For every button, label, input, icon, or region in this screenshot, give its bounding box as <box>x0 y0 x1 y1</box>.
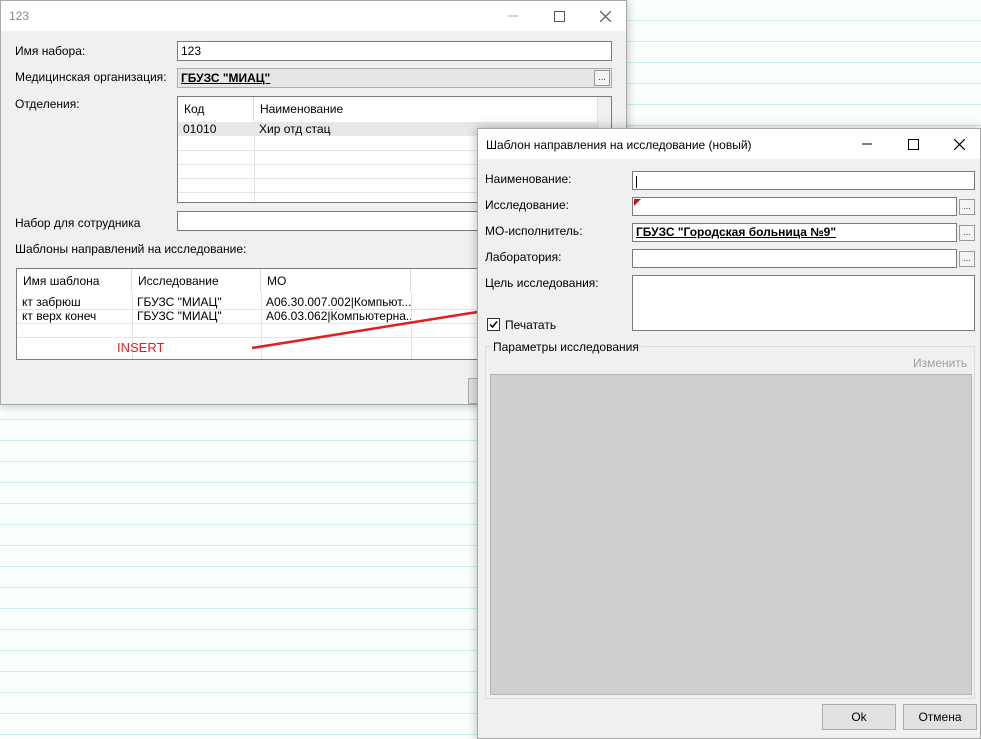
cancel-button[interactable]: Отмена <box>903 704 977 730</box>
close-icon <box>953 138 965 150</box>
main-window-titlebar[interactable]: 123 <box>1 1 626 31</box>
tpl-research-cell: ГБУЗС "МИАЦ" <box>137 309 222 323</box>
dialog-title: Шаблон направления на исследование (новы… <box>486 138 752 152</box>
checkmark-icon <box>489 321 498 329</box>
minimize-icon <box>862 143 872 145</box>
tpl-mo-cell: A06.03.062|Компьютерна... <box>266 309 411 323</box>
research-label: Исследование: <box>485 198 569 212</box>
templates-label: Шаблоны направлений на исследование: <box>15 242 247 256</box>
params-group-label: Параметры исследования <box>491 340 641 354</box>
maximize-button[interactable] <box>536 1 582 31</box>
mo-executor-label: МО-исполнитель: <box>485 224 583 238</box>
minimize-button[interactable] <box>490 1 536 31</box>
template-name-input[interactable] <box>632 171 975 190</box>
employee-set-label: Набор для сотрудника <box>15 216 141 230</box>
departments-label: Отделения: <box>15 97 80 111</box>
research-select-button[interactable]: ... <box>959 199 975 215</box>
print-checkbox[interactable] <box>487 318 500 331</box>
dept-col-name[interactable]: Наименование <box>254 97 599 121</box>
ellipsis-icon: ... <box>963 201 971 211</box>
purpose-textarea[interactable] <box>632 275 975 331</box>
params-panel <box>490 374 972 695</box>
dialog-titlebar[interactable]: Шаблон направления на исследование (новы… <box>478 129 980 159</box>
tpl-col-mo[interactable]: МО <box>261 269 411 293</box>
change-button[interactable]: Изменить <box>913 356 967 370</box>
purpose-label: Цель исследования: <box>485 276 599 290</box>
mo-executor-select-button[interactable]: ... <box>959 225 975 241</box>
grid-divider <box>254 121 255 202</box>
close-button[interactable] <box>936 129 981 159</box>
tpl-name-cell: кт забрюш <box>22 295 81 309</box>
tpl-mo-cell: A06.30.007.002|Компьют... <box>266 295 411 309</box>
template-name-label: Наименование: <box>485 172 572 186</box>
close-icon <box>599 10 611 22</box>
main-window-title: 123 <box>9 9 30 23</box>
laboratory-label: Лаборатория: <box>485 250 562 264</box>
ellipsis-icon: ... <box>963 253 971 263</box>
required-marker-icon <box>634 199 641 206</box>
text-cursor <box>636 175 637 188</box>
tpl-col-research[interactable]: Исследование <box>132 269 261 293</box>
maximize-icon <box>553 10 565 22</box>
tpl-name-cell: кт верх конеч <box>22 309 97 323</box>
tpl-col-name[interactable]: Имя шаблона <box>17 269 132 293</box>
print-label: Печатать <box>505 318 557 332</box>
med-org-field[interactable]: ГБУЗС "МИАЦ" <box>177 68 612 88</box>
template-dialog: Шаблон направления на исследование (новы… <box>477 128 981 739</box>
laboratory-field[interactable] <box>632 249 957 268</box>
maximize-button[interactable] <box>890 129 936 159</box>
ellipsis-icon: ... <box>963 227 971 237</box>
ok-button[interactable]: Ok <box>822 704 896 730</box>
insert-annotation: INSERT <box>117 340 165 355</box>
mo-executor-field[interactable]: ГБУЗС "Городская больница №9" <box>632 223 957 242</box>
laboratory-select-button[interactable]: ... <box>959 251 975 267</box>
research-field[interactable] <box>632 197 957 216</box>
med-org-label: Медицинская организация: <box>15 70 167 84</box>
maximize-icon <box>907 138 919 150</box>
ellipsis-icon: ... <box>598 72 606 82</box>
dept-code-cell: 01010 <box>183 122 217 136</box>
minimize-button[interactable] <box>844 129 890 159</box>
minimize-icon <box>508 15 518 17</box>
med-org-select-button[interactable]: ... <box>594 70 610 86</box>
set-name-label: Имя набора: <box>15 44 86 58</box>
dept-col-code[interactable]: Код <box>178 97 254 121</box>
tpl-research-cell: ГБУЗС "МИАЦ" <box>137 295 222 309</box>
set-name-input[interactable]: 123 <box>177 41 612 61</box>
close-button[interactable] <box>582 1 628 31</box>
